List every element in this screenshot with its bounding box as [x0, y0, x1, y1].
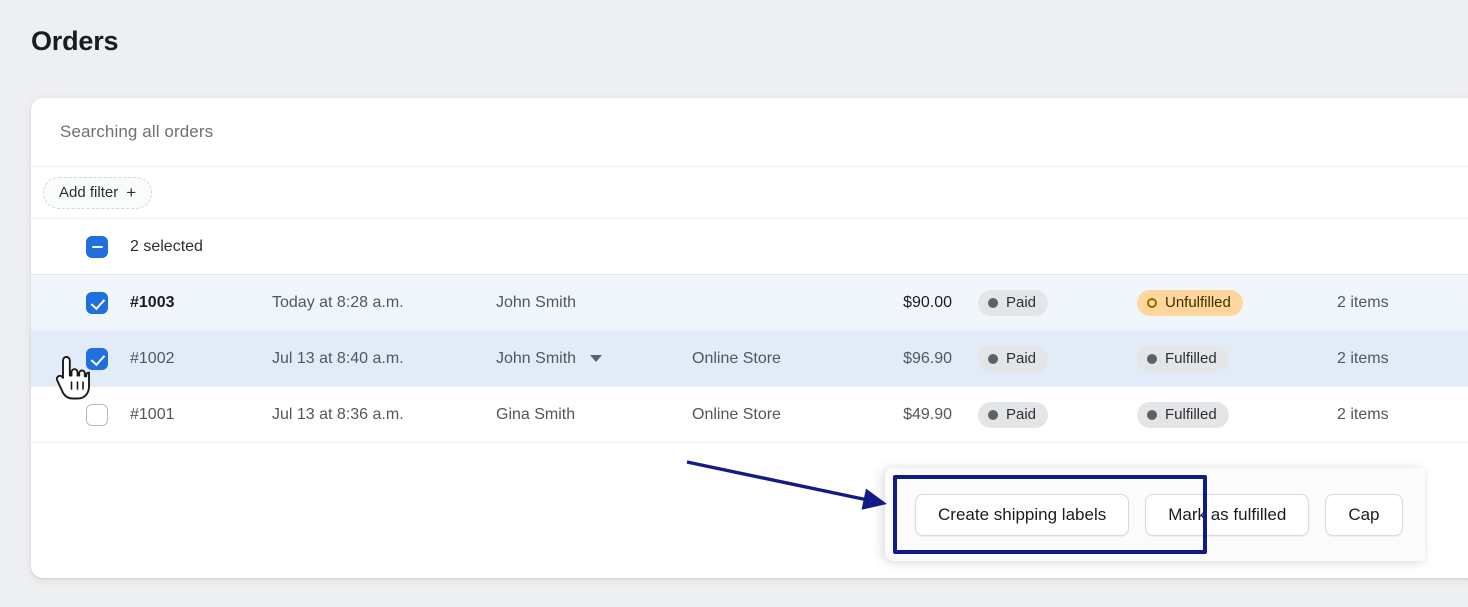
item-count: 2 items — [1337, 405, 1389, 423]
row-checkbox[interactable] — [86, 291, 108, 314]
sales-channel: Online Store — [692, 349, 781, 367]
create-shipping-labels-button[interactable]: Create shipping labels — [915, 493, 1130, 536]
customer-name-label: Gina Smith — [496, 405, 576, 423]
customer-name-label: John Smith — [496, 349, 577, 367]
add-filter-button[interactable]: Add filter + — [43, 176, 153, 209]
table-row[interactable]: #1003 Today at 8:28 a.m. John Smith $90.00 P… — [31, 275, 1468, 331]
fulfillment-status: Fulfilled — [1137, 345, 1337, 372]
row-checkbox[interactable] — [86, 347, 108, 370]
status-badge-label: Unfulfilled — [1165, 294, 1231, 311]
status-badge: Paid — [978, 345, 1049, 372]
dot-filled-icon — [1147, 409, 1157, 420]
page-title: Orders — [31, 26, 119, 56]
status-badge: Paid — [978, 401, 1049, 428]
table-row[interactable]: #1002 Jul 13 at 8:40 a.m. John Smith Online… — [31, 331, 1468, 387]
bulk-actions-toolbar: Create shipping labels Mark as fulfilled… — [885, 468, 1425, 561]
fulfillment-status: Unfulfilled — [1137, 289, 1337, 316]
customer-name: Gina Smith — [496, 406, 692, 424]
order-total: $49.90 — [903, 405, 952, 423]
select-all-checkbox[interactable] — [86, 235, 108, 258]
search-bar[interactable]: Searching all orders — [31, 98, 1468, 167]
order-number: #1003 — [130, 293, 175, 311]
search-input[interactable]: Searching all orders — [60, 122, 213, 142]
dot-ring-icon — [1147, 297, 1157, 308]
status-badge-label: Paid — [1006, 406, 1037, 423]
status-badge: Fulfilled — [1137, 401, 1229, 428]
item-count: 2 items — [1337, 349, 1389, 367]
payment-status: Paid — [952, 401, 1137, 428]
order-total: $90.00 — [903, 293, 952, 311]
dot-filled-icon — [988, 297, 998, 308]
plus-icon: + — [126, 183, 137, 202]
status-badge-label: Fulfilled — [1165, 406, 1217, 423]
status-badge-label: Fulfilled — [1165, 350, 1217, 367]
payment-status: Paid — [952, 345, 1137, 372]
item-count: 2 items — [1337, 293, 1389, 311]
mark-as-fulfilled-button[interactable]: Mark as fulfilled — [1145, 493, 1310, 536]
add-filter-label: Add filter — [59, 184, 119, 201]
customer-name: John Smith — [496, 294, 692, 312]
order-total: $96.90 — [903, 349, 952, 367]
dot-filled-icon — [988, 353, 998, 364]
status-badge: Paid — [978, 289, 1049, 316]
order-number: #1001 — [130, 405, 175, 423]
dot-filled-icon — [988, 409, 998, 420]
selection-header: 2 selected — [31, 219, 1468, 275]
customer-name-label: John Smith — [496, 293, 577, 311]
payment-status: Paid — [952, 289, 1137, 316]
order-date: Today at 8:28 a.m. — [272, 293, 404, 311]
status-badge-label: Paid — [1006, 350, 1037, 367]
selected-count-label: 2 selected — [130, 237, 203, 255]
sales-channel: Online Store — [692, 405, 781, 423]
order-date: Jul 13 at 8:36 a.m. — [272, 405, 404, 423]
status-badge: Fulfilled — [1137, 345, 1229, 372]
orders-table-body: #1003 Today at 8:28 a.m. John Smith $90.00 P… — [31, 275, 1468, 443]
order-date: Jul 13 at 8:40 a.m. — [272, 349, 404, 367]
status-badge: Unfulfilled — [1137, 289, 1243, 316]
filter-bar: Add filter + — [31, 167, 1468, 219]
chevron-down-icon[interactable] — [590, 355, 603, 362]
customer-name: John Smith — [496, 350, 692, 368]
capture-payment-button[interactable]: Cap — [1325, 493, 1403, 536]
status-badge-label: Paid — [1006, 294, 1037, 311]
table-row[interactable]: #1001 Jul 13 at 8:36 a.m. Gina Smith Online… — [31, 387, 1468, 443]
order-number: #1002 — [130, 349, 175, 367]
fulfillment-status: Fulfilled — [1137, 401, 1337, 428]
row-checkbox[interactable] — [86, 403, 108, 426]
dot-filled-icon — [1147, 353, 1157, 364]
